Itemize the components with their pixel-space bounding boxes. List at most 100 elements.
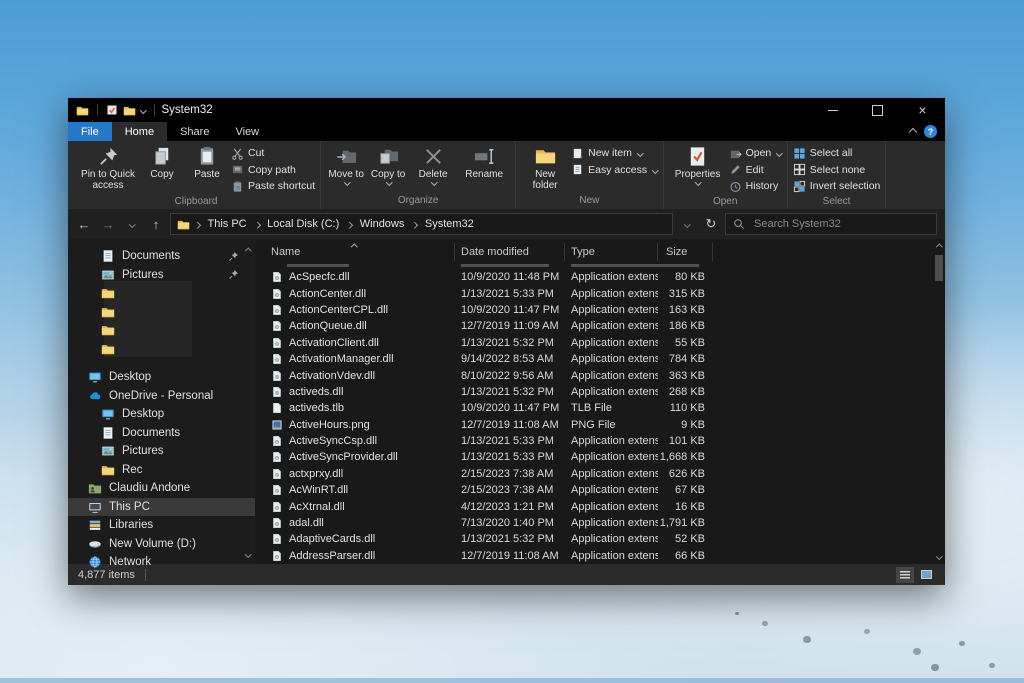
thumbnails-view-button[interactable]	[917, 567, 935, 583]
scroll-up-button[interactable]	[933, 241, 945, 253]
clipped-row[interactable]	[255, 261, 933, 269]
sidebar-item-new-volume-d[interactable]: New Volume (D:)	[68, 535, 255, 554]
customize-toolbar-chevron-icon[interactable]	[140, 107, 146, 113]
search-input[interactable]	[752, 217, 929, 231]
paste-shortcut-button[interactable]: Paste shortcut	[231, 178, 315, 195]
tab-file[interactable]: File	[68, 122, 112, 141]
sidebar-item-rec[interactable]: Rec	[68, 461, 255, 480]
sidebar-item-redacted[interactable]	[68, 284, 255, 303]
file-row-actioncentercpl-dll[interactable]: ActionCenterCPL.dll10/9/2020 11:47 PMApp…	[255, 302, 933, 318]
file-row-activationvdev-dll[interactable]: ActivationVdev.dll8/10/2022 9:56 AMAppli…	[255, 367, 933, 383]
sidebar-item-redacted[interactable]	[68, 303, 255, 322]
history-button[interactable]: History	[729, 178, 782, 195]
vertical-scrollbar[interactable]	[933, 239, 945, 564]
file-row-activeds-tlb[interactable]: activeds.tlb10/9/2020 11:47 PMTLB File11…	[255, 400, 933, 416]
copy-icon	[151, 145, 174, 168]
search-box[interactable]	[725, 213, 937, 235]
back-button[interactable]: ←	[74, 214, 94, 234]
up-button[interactable]: ↑	[146, 214, 166, 234]
refresh-button[interactable]: ↻	[701, 214, 721, 234]
new-item-button[interactable]: New item	[571, 145, 657, 162]
file-list: AcSpecfc.dll10/9/2020 11:48 PMApplicatio…	[255, 261, 933, 564]
minimize-ribbon-chevron-icon[interactable]	[909, 127, 917, 135]
address-dropdown-button[interactable]	[677, 214, 697, 234]
copy-button[interactable]: Copy	[141, 144, 183, 181]
sidebar-item-desktop[interactable]: Desktop	[68, 405, 255, 424]
tab-view[interactable]: View	[222, 122, 272, 141]
sidebar-item-onedrive-personal[interactable]: OneDrive - Personal	[68, 387, 255, 406]
sidebar-item-claudiu-andone[interactable]: Claudiu Andone	[68, 479, 255, 498]
breadcrumb-item-this-pc[interactable]: This PC	[205, 218, 250, 230]
file-row-adaptivecards-dll[interactable]: AdaptiveCards.dll1/13/2021 5:32 PMApplic…	[255, 531, 933, 547]
file-name: actxprxy.dll	[289, 468, 343, 480]
column-header-date-modified[interactable]: Date modified	[455, 243, 565, 261]
file-list-pane: NameDate modifiedTypeSize AcSpecfc.dll10…	[255, 239, 933, 564]
button-label: Select none	[810, 164, 865, 176]
breadcrumb-item-system32[interactable]: System32	[422, 218, 477, 230]
close-button[interactable]: ×	[900, 98, 945, 122]
column-header-type[interactable]: Type	[565, 243, 658, 261]
breadcrumb-item-local-disk-c[interactable]: Local Disk (C:)	[264, 218, 342, 230]
sidebar-item-redacted[interactable]	[68, 340, 255, 359]
file-row-activesyncprovider-dll[interactable]: ActiveSyncProvider.dll1/13/2021 5:33 PMA…	[255, 449, 933, 465]
tab-share[interactable]: Share	[167, 122, 222, 141]
file-row-adal-dll[interactable]: adal.dll7/13/2020 1:40 PMApplication ext…	[255, 515, 933, 531]
sidebar-item-documents[interactable]: Documents	[68, 424, 255, 443]
minimize-button[interactable]	[810, 98, 855, 122]
cut-button[interactable]: Cut	[231, 145, 315, 162]
properties-quick-icon[interactable]	[106, 104, 118, 116]
paste-button[interactable]: Paste	[185, 144, 229, 181]
copy-to-button[interactable]: Copy to	[368, 144, 408, 186]
file-row-acwinrt-dll[interactable]: AcWinRT.dll2/15/2023 7:38 AMApplication …	[255, 482, 933, 498]
file-row-activehours-png[interactable]: ActiveHours.png12/7/2019 11:08 AMPNG Fil…	[255, 417, 933, 433]
scrollbar-thumb[interactable]	[935, 255, 943, 281]
invert-selection-button[interactable]: Invert selection	[793, 178, 881, 195]
select-all-button[interactable]: Select all	[793, 145, 881, 162]
maximize-button[interactable]	[855, 98, 900, 122]
copy-path-button[interactable]: Copy path	[231, 162, 315, 179]
file-row-acxtrnal-dll[interactable]: AcXtrnal.dll4/12/2023 1:21 PMApplication…	[255, 498, 933, 514]
sidebar-item-pictures[interactable]: Pictures	[68, 266, 255, 285]
new-folder-button[interactable]: New folder	[521, 144, 569, 192]
file-row-actioncenter-dll[interactable]: ActionCenter.dll1/13/2021 5:33 PMApplica…	[255, 285, 933, 301]
sidebar-item-network[interactable]: Network	[68, 553, 255, 572]
type-cell: Application extens...	[565, 353, 658, 365]
sidebar-item-redacted[interactable]	[68, 321, 255, 340]
dll-file-icon	[271, 435, 283, 447]
edit-button[interactable]: Edit	[729, 162, 782, 179]
recent-locations-button[interactable]	[122, 214, 142, 234]
easy-access-button[interactable]: Easy access	[571, 162, 657, 179]
sidebar-item-desktop[interactable]: Desktop	[68, 368, 255, 387]
breadcrumb-item-windows[interactable]: Windows	[357, 218, 408, 230]
move-to-button[interactable]: Move to	[326, 144, 366, 186]
help-icon[interactable]: ?	[924, 125, 937, 138]
scroll-down-button[interactable]	[933, 550, 945, 562]
sidebar-item-documents[interactable]: Documents	[68, 247, 255, 266]
rename-button[interactable]: Rename	[458, 144, 510, 181]
file-name-cell: ActivationClient.dll	[255, 337, 455, 349]
new-folder-quick-icon[interactable]	[123, 104, 136, 117]
file-row-actxprxy-dll[interactable]: actxprxy.dll2/15/2023 7:38 AMApplication…	[255, 466, 933, 482]
file-row-addressparser-dll[interactable]: AddressParser.dll12/7/2019 11:08 AMAppli…	[255, 548, 933, 564]
forward-button[interactable]: →	[98, 214, 118, 234]
size-cell: 315 KB	[658, 288, 713, 300]
sidebar-item-pictures[interactable]: Pictures	[68, 442, 255, 461]
details-view-button[interactable]	[896, 567, 914, 583]
dropdown-chevron-icon	[431, 179, 437, 185]
select-none-button[interactable]: Select none	[793, 162, 881, 179]
file-row-activesynccsp-dll[interactable]: ActiveSyncCsp.dll1/13/2021 5:33 PMApplic…	[255, 433, 933, 449]
delete-button[interactable]: Delete	[410, 144, 456, 186]
breadcrumb[interactable]: This PC Local Disk (C:) Windows System32	[170, 213, 673, 235]
file-row-activeds-dll[interactable]: activeds.dll1/13/2021 5:32 PMApplication…	[255, 384, 933, 400]
column-header-size[interactable]: Size	[658, 243, 713, 261]
tab-home[interactable]: Home	[112, 122, 167, 141]
file-row-actionqueue-dll[interactable]: ActionQueue.dll12/7/2019 11:09 AMApplica…	[255, 318, 933, 334]
properties-button[interactable]: Properties	[669, 144, 727, 186]
sidebar-item-this-pc[interactable]: This PC	[68, 498, 255, 517]
file-row-activationmanager-dll[interactable]: ActivationManager.dll9/14/2022 8:53 AMAp…	[255, 351, 933, 367]
file-row-acspecfc-dll[interactable]: AcSpecfc.dll10/9/2020 11:48 PMApplicatio…	[255, 269, 933, 285]
open-button[interactable]: Open	[729, 145, 782, 162]
pin-to-quick-access-button[interactable]: Pin to Quick access	[77, 144, 139, 192]
file-row-activationclient-dll[interactable]: ActivationClient.dll1/13/2021 5:32 PMApp…	[255, 335, 933, 351]
sidebar-item-libraries[interactable]: Libraries	[68, 516, 255, 535]
